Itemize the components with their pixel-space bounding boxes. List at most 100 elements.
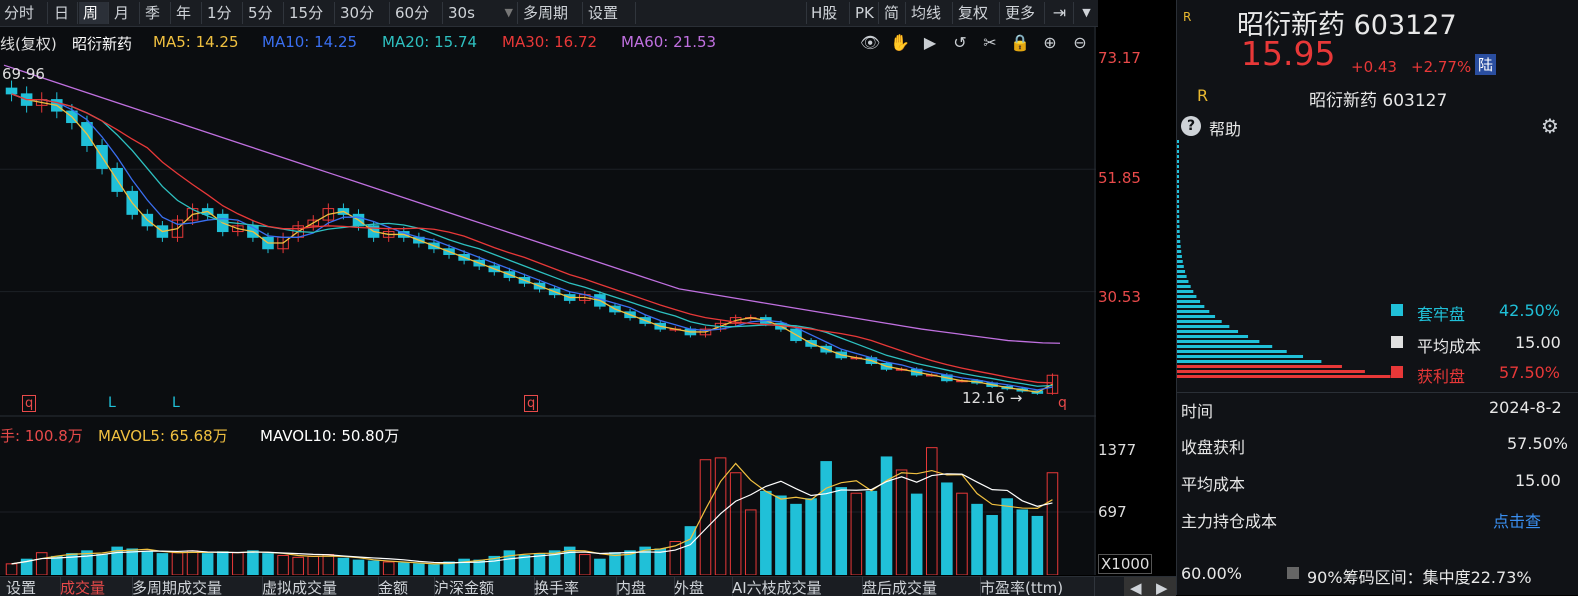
tab-quarterly[interactable]: 季	[141, 2, 171, 24]
legend-ma5: MA5: 14.25	[153, 33, 239, 51]
tab-5min[interactable]: 5分	[244, 2, 284, 24]
tab-1min[interactable]: 1分	[203, 2, 243, 24]
lock-icon[interactable]: 🔒	[1010, 33, 1030, 53]
play-icon[interactable]: ▶	[920, 33, 940, 53]
volume-bar	[579, 554, 591, 575]
event-marker[interactable]: q	[22, 395, 37, 412]
tab-30min[interactable]: 30分	[336, 2, 390, 24]
tab-pe-ttm[interactable]: 市盈率(ttm)	[974, 577, 1095, 596]
volume-bar	[35, 552, 48, 575]
simple-button[interactable]: 简	[880, 2, 906, 24]
volume-bar	[941, 482, 953, 575]
y-axis-tick-low: 30.53	[1098, 288, 1141, 306]
tab-60min[interactable]: 60分	[391, 2, 443, 24]
volume-bar	[775, 495, 787, 575]
help-link[interactable]: 帮助	[1209, 116, 1241, 140]
tab-yearly[interactable]: 年	[172, 2, 202, 24]
event-marker[interactable]: q	[1058, 395, 1067, 411]
zoom-in-icon[interactable]: ⊕	[1040, 33, 1060, 53]
chip-distribution-chart	[1177, 140, 1391, 378]
legend-ma20: MA20: 15.74	[382, 33, 478, 51]
tab-15min[interactable]: 15分	[285, 2, 335, 24]
kline-chart-area[interactable]: 线(复权) 昭衍新药 MA5: 14.25 MA10: 14.25 MA20: …	[0, 27, 1153, 575]
kline-chart-svg[interactable]	[0, 27, 1096, 575]
chip-bar	[1177, 190, 1180, 193]
price-change-pct: +2.77%	[1411, 58, 1472, 76]
y-axis-tick-top: 73.17	[1098, 49, 1141, 67]
connect-tag[interactable]: 陆	[1475, 54, 1497, 75]
main-cost-link[interactable]: 点击查	[1493, 508, 1541, 532]
tab-timeshare[interactable]: 分时	[0, 2, 48, 24]
tab-multi-period-volume[interactable]: 多周期成交量	[126, 577, 263, 596]
ma-line-button[interactable]: 均线	[907, 2, 953, 24]
chip-bar	[1177, 295, 1197, 298]
ma60-line	[3, 64, 1061, 344]
scissors-icon[interactable]: ✂	[980, 33, 1000, 53]
event-marker[interactable]: q	[524, 395, 539, 412]
chip-bar	[1177, 360, 1322, 363]
mavol10-label: MAVOL10: 50.80万	[260, 427, 400, 445]
tab-multi-period[interactable]: 多周期	[519, 2, 583, 24]
tab-indicator-settings[interactable]: 设置	[0, 577, 61, 596]
volume-bar	[518, 554, 531, 575]
trapped-label: 套牢盘	[1417, 305, 1466, 324]
hand-icon[interactable]: ✋	[890, 33, 910, 53]
event-marker[interactable]: L	[108, 395, 116, 411]
tab-volume[interactable]: 成交量	[54, 577, 133, 596]
volume-bar	[96, 554, 108, 575]
chip-bar	[1177, 215, 1180, 218]
tab-weekly[interactable]: 周	[79, 2, 109, 24]
pk-button[interactable]: PK	[851, 2, 879, 24]
more-button[interactable]: 更多	[1001, 2, 1045, 24]
tab-monthly[interactable]: 月	[110, 2, 140, 24]
tab-outer[interactable]: 外盘	[668, 577, 733, 596]
tab-settings[interactable]: 设置	[584, 2, 636, 24]
chip-bar	[1177, 325, 1230, 328]
tab-turnover[interactable]: 换手率	[528, 577, 617, 596]
sub-stock-title: 昭衍新药 603127	[1309, 91, 1448, 111]
h-share-button[interactable]: H股	[806, 2, 850, 24]
event-marker[interactable]: L	[172, 395, 180, 411]
legend-stock-name: 昭衍新药	[72, 35, 133, 53]
tab-virtual-volume[interactable]: 虚拟成交量	[256, 577, 379, 596]
volume-bar	[307, 555, 320, 575]
volume-bar	[986, 515, 998, 575]
tab-inner[interactable]: 内盘	[610, 577, 675, 596]
tab-sh-sz-amount[interactable]: 沪深金额	[428, 577, 535, 596]
gear-icon[interactable]: ⚙	[1541, 114, 1559, 138]
indicator-tabs: 设置 成交量 多周期成交量 虚拟成交量 金额 沪深金额 换手率 内盘 外盘 AI…	[0, 576, 1176, 596]
tab-amount[interactable]: 金额	[372, 577, 435, 596]
trapped-value: 42.50%	[1499, 301, 1561, 320]
chip-bar	[1177, 365, 1342, 368]
current-price: 15.95	[1241, 34, 1336, 73]
volume-bar	[201, 553, 214, 575]
chip-bar	[1177, 165, 1180, 168]
volume-bar	[684, 526, 697, 575]
eye-icon[interactable]: 👁	[860, 33, 880, 53]
chip-bar	[1177, 255, 1182, 258]
volume-bar	[1031, 515, 1044, 575]
chip-bar	[1177, 225, 1180, 228]
legend-swatch-profit	[1391, 366, 1403, 378]
tab-daily[interactable]: 日	[50, 2, 78, 24]
volume-bar	[428, 564, 440, 575]
volume-bar	[1016, 509, 1029, 575]
tab-30s-label: 30s	[448, 4, 475, 22]
undo-icon[interactable]: ↺	[950, 33, 970, 53]
adjust-button[interactable]: 复权	[954, 2, 1000, 24]
zoom-out-icon[interactable]: ⊖	[1070, 33, 1090, 53]
collapse-right-icon[interactable]: ⇥	[1046, 2, 1074, 24]
chip-bar	[1177, 275, 1187, 278]
tab-ai-volume[interactable]: AI六枝成交量	[726, 577, 863, 596]
row-avg-cost-label: 平均成本	[1181, 475, 1246, 494]
tab-30s-dropdown[interactable]: 30s ▼	[444, 2, 518, 24]
help-icon[interactable]: ?	[1181, 116, 1201, 136]
volume-bar	[714, 457, 727, 575]
dropdown-arrow-icon[interactable]: ▼	[1075, 2, 1098, 24]
legend-ma60: MA60: 21.53	[621, 33, 717, 51]
volume-bar	[277, 554, 289, 575]
scroll-right-icon[interactable]: ▶	[1150, 577, 1176, 596]
stock-info-panel: R 昭衍新药 603127 15.95 +0.43 +2.77% 陆 R 昭衍新…	[1176, 0, 1578, 595]
chart-type-label: 线(复权)	[0, 35, 57, 53]
tab-after-hours-volume[interactable]: 盘后成交量	[856, 577, 981, 596]
